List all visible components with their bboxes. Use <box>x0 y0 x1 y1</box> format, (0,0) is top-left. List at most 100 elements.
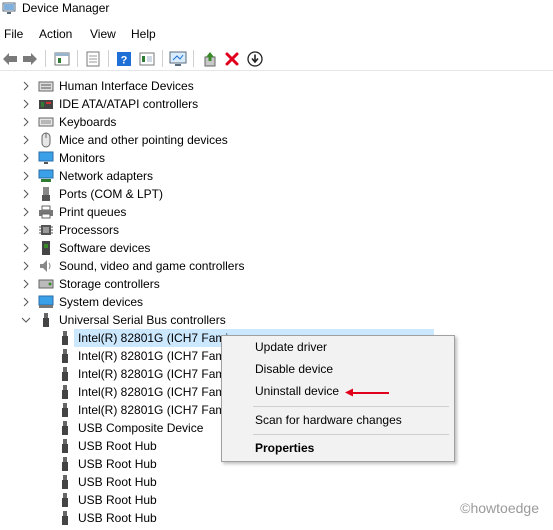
system-device-icon <box>38 294 54 310</box>
device-icon[interactable] <box>137 49 157 69</box>
menu-action[interactable]: Action <box>39 27 72 41</box>
usb-device-label: USB Root Hub <box>78 475 157 489</box>
software-device-icon <box>38 240 54 256</box>
chevron-right-icon[interactable] <box>20 260 32 272</box>
usb-device-label: Intel(R) 82801G (ICH7 Fami <box>78 331 229 345</box>
forward-arrow-icon[interactable] <box>20 49 40 69</box>
usb-device-icon <box>57 330 73 346</box>
chevron-right-icon[interactable] <box>20 170 32 182</box>
tree-item-label: Processors <box>59 223 120 237</box>
speaker-icon <box>38 258 54 274</box>
usb-device-label: USB Root Hub <box>78 457 157 471</box>
hid-icon <box>38 78 54 94</box>
chevron-right-icon[interactable] <box>20 134 32 146</box>
usb-device-label: USB Root Hub <box>78 511 157 525</box>
tree-item-software-devices[interactable]: Software devices <box>0 239 553 257</box>
tree-item-processors[interactable]: Processors <box>0 221 553 239</box>
menu-item-scan-hardware[interactable]: Scan for hardware changes <box>222 410 454 430</box>
ide-controller-icon <box>38 96 54 112</box>
tree-item-label: Ports (COM & LPT) <box>59 187 164 201</box>
usb-device-label: Intel(R) 82801G (ICH7 Fami <box>78 385 229 399</box>
chevron-right-icon[interactable] <box>20 98 32 110</box>
menu-file[interactable]: File <box>4 27 23 41</box>
usb-device-label: Intel(R) 82801G (ICH7 Fami <box>78 403 229 417</box>
usb-device-icon <box>57 474 73 490</box>
tree-item-system-devices[interactable]: System devices <box>0 293 553 311</box>
help-icon[interactable]: ? <box>114 49 134 69</box>
update-driver-icon[interactable] <box>200 49 220 69</box>
tree-item-print-queues[interactable]: Print queues <box>0 203 553 221</box>
chevron-right-icon[interactable] <box>20 242 32 254</box>
uninstall-x-icon[interactable] <box>222 49 242 69</box>
device-manager-icon <box>2 2 16 14</box>
menu-item-uninstall-device[interactable]: Uninstall device <box>222 381 454 401</box>
printer-icon <box>38 204 54 220</box>
tree-item-label: Sound, video and game controllers <box>59 259 245 273</box>
menu-item-properties[interactable]: Properties <box>222 438 454 458</box>
tree-item-ide-ata-atapi-controllers[interactable]: IDE ATA/ATAPI controllers <box>0 95 553 113</box>
tree-item-mice[interactable]: Mice and other pointing devices <box>0 131 553 149</box>
tree-item-network-adapters[interactable]: Network adapters <box>0 167 553 185</box>
context-menu: Update driver Disable device Uninstall d… <box>221 335 455 462</box>
tree-item-sound-video-game[interactable]: Sound, video and game controllers <box>0 257 553 275</box>
tree-item-label: Software devices <box>59 241 151 255</box>
chevron-right-icon[interactable] <box>20 224 32 236</box>
mouse-icon <box>38 132 54 148</box>
tree-item-keyboards[interactable]: Keyboards <box>0 113 553 131</box>
usb-device-icon <box>57 402 73 418</box>
usb-device-label: Intel(R) 82801G (ICH7 Fami <box>78 349 229 363</box>
usb-device-icon <box>57 510 73 526</box>
chevron-right-icon[interactable] <box>20 188 32 200</box>
usb-device-icon <box>57 420 73 436</box>
monitor-icon <box>38 150 54 166</box>
tree-item-label: Mice and other pointing devices <box>59 133 228 147</box>
chevron-right-icon[interactable] <box>20 152 32 164</box>
menu-item-disable-device[interactable]: Disable device <box>222 359 454 379</box>
toolbar: ? <box>0 47 553 71</box>
tree-item-label: Keyboards <box>59 115 117 129</box>
menu-help[interactable]: Help <box>131 27 156 41</box>
menu-item-label: Scan for hardware changes <box>255 413 402 427</box>
chevron-right-icon[interactable] <box>20 206 32 218</box>
tree-item-label: System devices <box>59 295 144 309</box>
network-adapter-icon <box>38 168 54 184</box>
menu-item-label: Uninstall device <box>255 384 340 398</box>
usb-device-icon <box>57 456 73 472</box>
processor-icon <box>38 222 54 238</box>
menu-item-label: Properties <box>255 441 315 455</box>
properties-icon[interactable] <box>52 49 72 69</box>
usb-device-icon <box>57 348 73 364</box>
menu-separator <box>253 406 449 407</box>
download-icon[interactable] <box>245 49 265 69</box>
tree-item-label: Human Interface Devices <box>59 79 194 93</box>
port-icon <box>38 186 54 202</box>
tree-item-label: Monitors <box>59 151 106 165</box>
menu-item-update-driver[interactable]: Update driver <box>222 337 454 357</box>
chevron-right-icon[interactable] <box>20 296 32 308</box>
menu-separator <box>253 434 449 435</box>
chevron-down-icon[interactable] <box>20 314 32 326</box>
chevron-right-icon[interactable] <box>20 80 32 92</box>
show-hide-icon[interactable] <box>83 49 103 69</box>
tree-item-human-interface-devices[interactable]: Human Interface Devices <box>0 77 553 95</box>
scan-monitor-icon[interactable] <box>168 49 188 69</box>
menu-view[interactable]: View <box>90 27 116 41</box>
tree-item-ports[interactable]: Ports (COM & LPT) <box>0 185 553 203</box>
chevron-right-icon[interactable] <box>20 278 32 290</box>
usb-device-icon <box>57 366 73 382</box>
chevron-right-icon[interactable] <box>20 116 32 128</box>
usb-device-row[interactable]: USB Root Hub <box>0 473 553 491</box>
usb-device-icon <box>57 492 73 508</box>
menu-item-label: Update driver <box>255 340 328 354</box>
menu-bar: File Action View Help <box>0 24 553 44</box>
window-title: Device Manager <box>22 1 110 15</box>
back-arrow-icon[interactable] <box>0 49 20 69</box>
tree-item-label: Storage controllers <box>59 277 160 291</box>
svg-text:?: ? <box>121 55 128 67</box>
title-bar: Device Manager <box>0 0 553 18</box>
device-tree: Human Interface Devices IDE ATA/ATAPI co… <box>0 77 553 530</box>
usb-device-icon <box>57 384 73 400</box>
tree-item-universal-serial-bus-controllers[interactable]: Universal Serial Bus controllers <box>0 311 553 329</box>
tree-item-storage-controllers[interactable]: Storage controllers <box>0 275 553 293</box>
tree-item-monitors[interactable]: Monitors <box>0 149 553 167</box>
